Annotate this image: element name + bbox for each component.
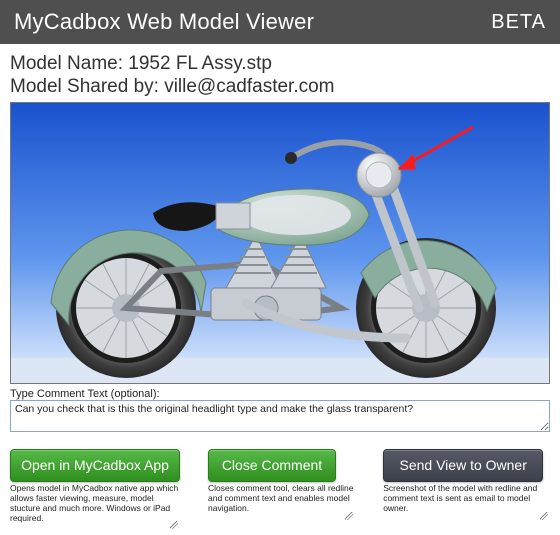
headlight [357,153,401,197]
close-comment-button[interactable]: Close Comment [208,449,336,482]
model-shared-line: Model Shared by: ville@cadfaster.com [10,75,550,98]
content-area: Model Name: 1952 FL Assy.stp Model Share… [0,44,560,535]
app-header: MyCadbox Web Model Viewer BETA [0,0,560,44]
comment-label: Type Comment Text (optional): [10,388,550,400]
model-shared-value: ville@cadfaster.com [164,76,334,97]
open-helper-text: Opens model in MyCadbox native app which… [10,484,180,529]
beta-badge: BETA [491,11,546,34]
model-viewer[interactable] [10,102,550,384]
action-row: Open in MyCadbox App Opens model in MyCa… [10,449,550,529]
send-col: Send View to Owner Screenshot of the mod… [383,449,550,529]
close-helper-text: Closes comment tool, clears all redline … [208,484,355,519]
model-shared-label: Model Shared by: [10,76,159,97]
comment-input[interactable] [10,400,550,432]
open-in-app-button[interactable]: Open in MyCadbox App [10,449,180,482]
model-name-line: Model Name: 1952 FL Assy.stp [10,52,550,75]
close-col: Close Comment Closes comment tool, clear… [208,449,355,529]
send-view-button[interactable]: Send View to Owner [383,449,543,482]
app-title: MyCadbox Web Model Viewer [14,9,314,35]
open-col: Open in MyCadbox App Opens model in MyCa… [10,449,180,529]
send-helper-text: Screenshot of the model with redline and… [383,484,550,519]
model-render [11,103,550,384]
model-name-value: 1952 FL Assy.stp [128,53,272,74]
model-name-label: Model Name: [10,53,123,74]
